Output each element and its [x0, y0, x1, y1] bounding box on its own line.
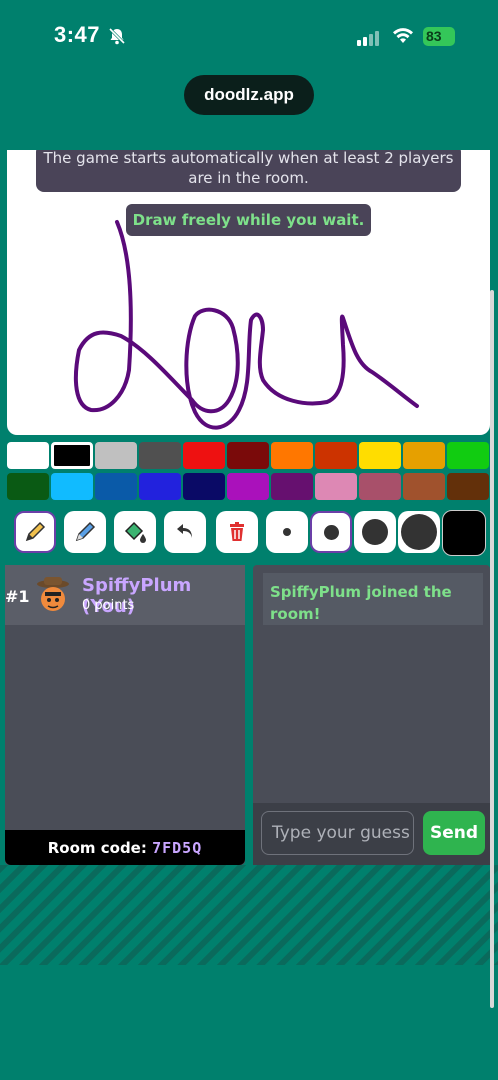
- chat-panel: SpiffyPlum joined the room! Type your gu…: [253, 565, 490, 865]
- color-swatch[interactable]: [227, 473, 269, 500]
- canvas-drawing: [73, 220, 419, 430]
- chat-footer: Type your guess here... Send: [253, 803, 490, 865]
- player-row: #1 SpiffyPlum (You) 0 points: [5, 565, 245, 625]
- cellular-signal-icon: [357, 31, 379, 46]
- brush-dot-icon: [362, 519, 388, 545]
- color-swatch[interactable]: [359, 442, 401, 469]
- color-swatch[interactable]: [51, 473, 93, 500]
- brush-dot-icon: [323, 524, 339, 540]
- color-swatch[interactable]: [403, 442, 445, 469]
- background-stripes: [0, 865, 498, 965]
- fill-bucket-icon: [124, 521, 146, 543]
- color-swatch[interactable]: [359, 473, 401, 500]
- status-time: 3:47: [54, 22, 101, 47]
- bell-muted-icon: [108, 27, 126, 45]
- pencil-tool-button[interactable]: [14, 511, 56, 553]
- clear-canvas-button[interactable]: [216, 511, 258, 553]
- current-color-indicator[interactable]: [442, 510, 486, 556]
- color-swatch[interactable]: [139, 473, 181, 500]
- color-swatch[interactable]: [183, 473, 225, 500]
- brush-size-xlarge[interactable]: [398, 511, 440, 553]
- game-start-notice: The game starts automatically when at le…: [36, 150, 461, 192]
- brush-dot-icon: [401, 514, 437, 550]
- color-swatch[interactable]: [447, 473, 489, 500]
- brush-size-large[interactable]: [354, 511, 396, 553]
- draw-freely-hint: Draw freely while you wait.: [126, 204, 371, 236]
- tool-bar: [0, 508, 498, 558]
- scrollbar[interactable]: [490, 290, 494, 1008]
- color-swatch[interactable]: [403, 473, 445, 500]
- undo-button[interactable]: [164, 511, 206, 553]
- color-swatch[interactable]: [7, 473, 49, 500]
- color-swatch[interactable]: [227, 442, 269, 469]
- battery-indicator: 83: [423, 27, 455, 46]
- color-swatch[interactable]: [183, 442, 225, 469]
- room-code-value[interactable]: 7FD5Q: [152, 839, 202, 857]
- brush-size-medium[interactable]: [310, 511, 352, 553]
- player-points: 0 points: [82, 598, 135, 613]
- players-panel: #1 SpiffyPlum (You) 0 points Room code: …: [5, 565, 245, 865]
- color-swatch[interactable]: [447, 442, 489, 469]
- color-swatch[interactable]: [139, 442, 181, 469]
- url-bar[interactable]: doodlz.app: [184, 75, 314, 115]
- color-swatch[interactable]: [51, 442, 93, 469]
- color-swatch[interactable]: [315, 473, 357, 500]
- guess-input[interactable]: Type your guess here...: [261, 811, 414, 855]
- eraser-tool-button[interactable]: [64, 511, 106, 553]
- color-swatch[interactable]: [95, 442, 137, 469]
- fill-tool-button[interactable]: [114, 511, 156, 553]
- color-swatch[interactable]: [271, 473, 313, 500]
- drawing-canvas[interactable]: The game starts automatically when at le…: [7, 150, 490, 435]
- status-bar: 3:47 83: [0, 0, 498, 72]
- chat-message: SpiffyPlum joined the room!: [263, 573, 483, 625]
- pencil-icon: [25, 521, 46, 542]
- eraser-icon: [75, 521, 96, 542]
- color-swatch[interactable]: [271, 442, 313, 469]
- brush-size-small[interactable]: [266, 511, 308, 553]
- wifi-icon: [393, 28, 413, 43]
- player-rank: #1: [5, 587, 30, 606]
- color-swatch[interactable]: [95, 473, 137, 500]
- color-swatch[interactable]: [315, 442, 357, 469]
- player-avatar-icon: [37, 577, 69, 611]
- brush-dot-icon: [283, 528, 291, 536]
- send-button[interactable]: Send: [423, 811, 485, 855]
- room-code-label: Room code:: [47, 839, 147, 857]
- undo-icon: [177, 524, 192, 538]
- color-swatch[interactable]: [7, 442, 49, 469]
- room-code-bar: Room code: 7FD5Q: [5, 830, 245, 865]
- trash-icon: [230, 522, 244, 541]
